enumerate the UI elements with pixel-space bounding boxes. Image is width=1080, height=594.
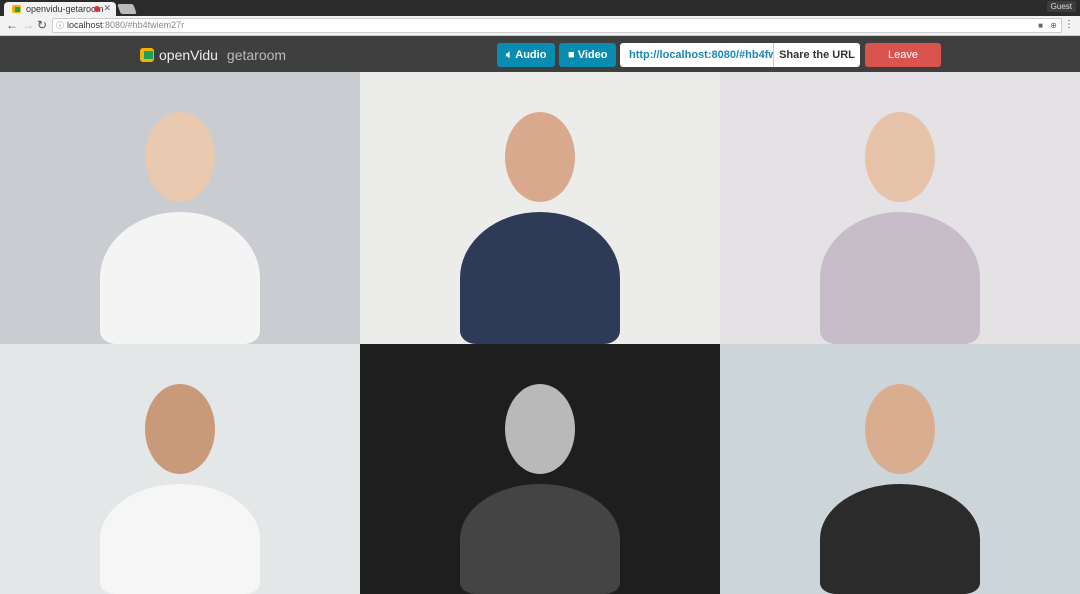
url-input[interactable]: ⓘ localhost:8080/#hb4fwiem27r ■ ⊕ xyxy=(52,18,1062,33)
video-camera-icon: ■ xyxy=(568,49,575,61)
participant-body xyxy=(820,484,980,594)
openvidu-logo-icon xyxy=(140,48,154,62)
browser-tab[interactable]: openvidu-getaroom ✕ xyxy=(4,2,116,16)
participant-body xyxy=(100,484,260,594)
participant-head xyxy=(865,112,935,202)
video-button[interactable]: ■ Video xyxy=(559,43,617,67)
reload-icon[interactable]: ↻ xyxy=(37,18,47,32)
video-label: Video xyxy=(577,49,608,61)
new-tab-button[interactable] xyxy=(117,4,137,14)
video-stream[interactable] xyxy=(0,344,360,594)
tab-title: openvidu-getaroom xyxy=(26,4,104,14)
participant-body xyxy=(820,212,980,344)
recording-icon xyxy=(94,6,100,12)
forward-icon[interactable]: → xyxy=(22,18,34,32)
back-icon[interactable]: ← xyxy=(6,18,18,32)
url-host: localhost xyxy=(67,20,103,30)
video-stream[interactable] xyxy=(0,72,360,344)
participant-head xyxy=(145,112,215,202)
participant-body xyxy=(100,212,260,344)
logo: openVidu getaroom xyxy=(140,47,286,63)
speaker-icon: 🔈︎ xyxy=(506,49,513,61)
share-url-button[interactable]: Share the URL xyxy=(774,43,860,67)
participant-body xyxy=(460,212,620,344)
url-path: :8080/#hb4fwiem27r xyxy=(102,20,185,30)
browser-tab-bar: openvidu-getaroom ✕ Guest xyxy=(0,0,1080,16)
participant-head xyxy=(145,384,215,474)
video-grid xyxy=(0,72,1080,594)
participant-head xyxy=(505,112,575,202)
close-tab-icon[interactable]: ✕ xyxy=(103,3,111,14)
camera-icon[interactable]: ■ xyxy=(1038,19,1043,32)
video-stream[interactable] xyxy=(360,344,720,594)
video-stream[interactable] xyxy=(720,72,1080,344)
room-url-input[interactable]: http://localhost:8080/#hb4fwiem27r xyxy=(620,43,774,67)
video-stream[interactable] xyxy=(360,72,720,344)
logo-text: openVidu xyxy=(159,47,218,63)
participant-head xyxy=(505,384,575,474)
app-header: openVidu getaroom 🔈︎ Audio ■ Video http:… xyxy=(0,36,1080,85)
participant-head xyxy=(865,384,935,474)
audio-label: Audio xyxy=(515,49,547,61)
share-url-group: http://localhost:8080/#hb4fwiem27r Share… xyxy=(620,43,860,67)
profile-badge[interactable]: Guest xyxy=(1046,1,1076,12)
leave-room-button[interactable]: Leave Room xyxy=(865,43,941,85)
address-bar: ← → ↻ ⓘ localhost:8080/#hb4fwiem27r ■ ⊕ … xyxy=(0,16,1080,36)
info-icon: ⓘ xyxy=(56,21,64,30)
video-stream[interactable] xyxy=(720,344,1080,594)
app-name: getaroom xyxy=(226,47,287,63)
participant-body xyxy=(460,484,620,594)
zoom-icon[interactable]: ⊕ xyxy=(1050,19,1057,32)
menu-icon[interactable]: ⋮ xyxy=(1064,19,1074,30)
audio-button[interactable]: 🔈︎ Audio xyxy=(497,43,556,67)
favicon-icon xyxy=(12,5,21,13)
